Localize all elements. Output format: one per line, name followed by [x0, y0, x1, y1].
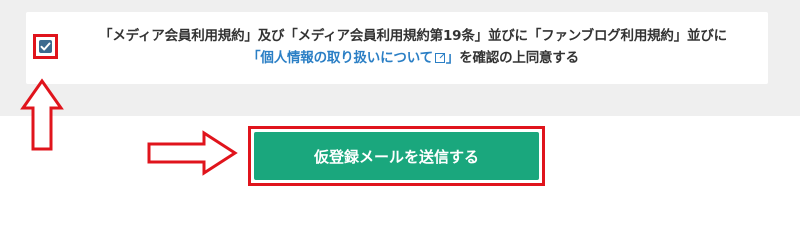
up-arrow-icon [20, 78, 64, 151]
consent-text-line1: 「メディア会員利用規約」及び「メディア会員利用規約第19条」並びに「ファンブログ… [99, 28, 727, 44]
consent-text-line2: 「個人情報の取り扱いについて 」を確認の上同意する [68, 47, 758, 69]
checkmark-icon [40, 42, 51, 51]
external-link-icon [434, 53, 445, 63]
privacy-policy-link-label: 個人情報の取り扱いについて [260, 50, 433, 66]
consent-label[interactable]: 「メディア会員利用規約」及び「メディア会員利用規約第19条」並びに「ファンブログ… [68, 25, 758, 69]
checkbox-highlight-box [33, 34, 58, 59]
link-open-bracket: 「 [247, 50, 261, 66]
consent-text-line2-tail: を確認の上同意する [459, 50, 579, 66]
privacy-policy-link[interactable]: 「個人情報の取り扱いについて」 [247, 50, 459, 66]
link-close-bracket: 」 [445, 50, 460, 66]
consent-checkbox[interactable] [39, 40, 52, 53]
send-registration-email-button[interactable]: 仮登録メールを送信する [254, 132, 539, 180]
submit-highlight-box: 仮登録メールを送信する [248, 126, 545, 186]
right-arrow-icon [147, 130, 238, 176]
consent-panel: 「メディア会員利用規約」及び「メディア会員利用規約第19条」並びに「ファンブログ… [26, 12, 768, 84]
